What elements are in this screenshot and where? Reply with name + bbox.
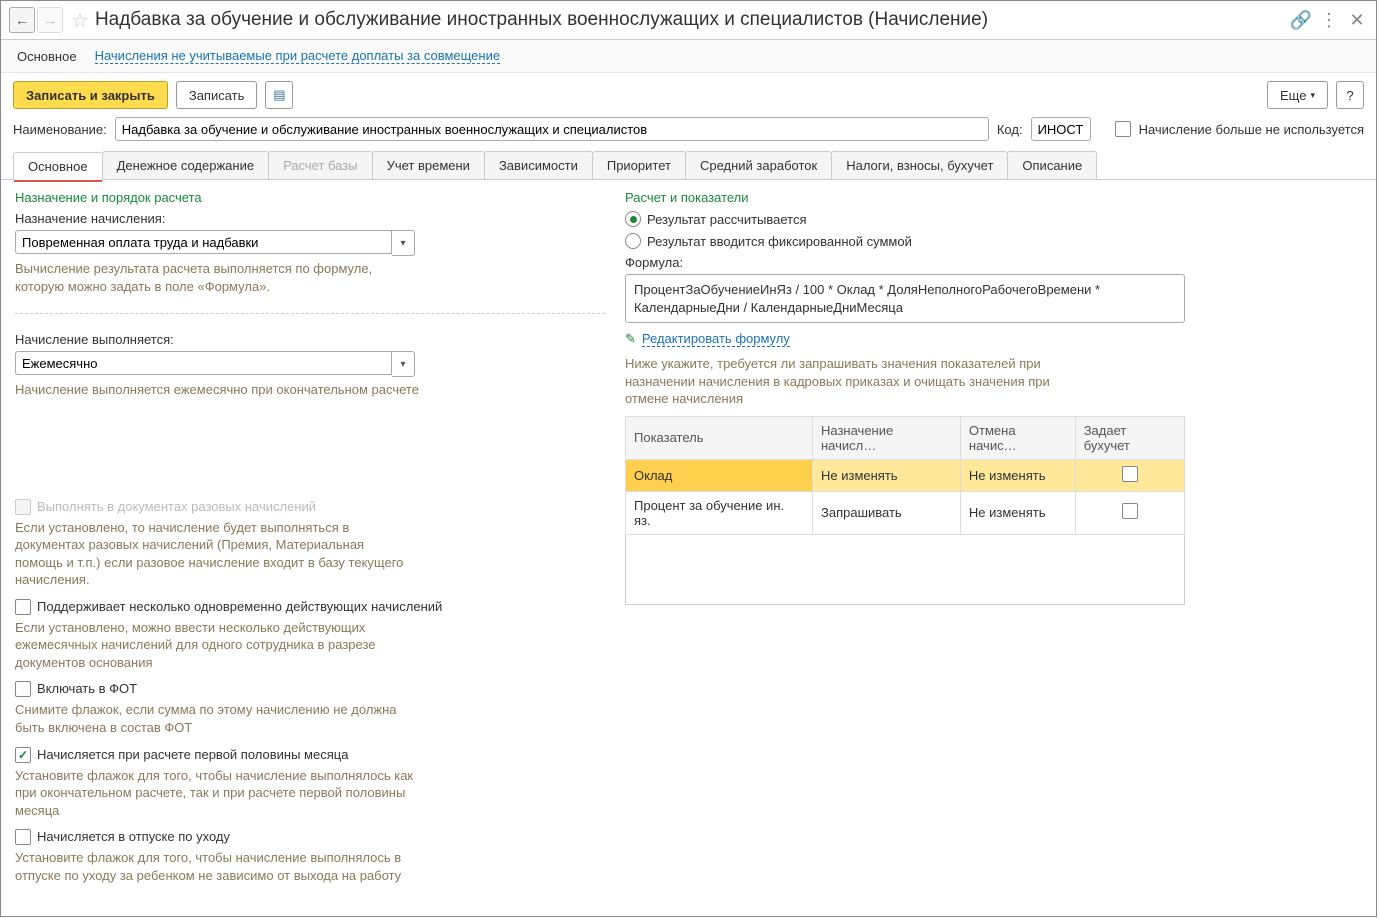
- th-assign: Назначение начисл…: [813, 416, 961, 459]
- purpose-hint: Вычисление результата расчета выполняетс…: [15, 260, 415, 295]
- indicators-table: Показатель Назначение начисл… Отмена нач…: [625, 416, 1185, 535]
- radio-fixed-label: Результат вводится фиксированной суммой: [647, 234, 912, 249]
- halfmonth-label: Начисляется при расчете первой половины …: [37, 747, 348, 762]
- tab-deps[interactable]: Зависимости: [484, 151, 593, 179]
- purpose-label: Назначение начисления:: [15, 211, 605, 226]
- onetime-label: Выполнять в документах разовых начислени…: [37, 499, 316, 514]
- fot-checkbox[interactable]: [15, 681, 31, 697]
- vacation-hint: Установите флажок для того, чтобы начисл…: [15, 849, 415, 884]
- report-button[interactable]: ▤: [265, 81, 293, 109]
- vacation-checkbox[interactable]: [15, 829, 31, 845]
- kebab-icon[interactable]: ⋮: [1318, 9, 1340, 31]
- pencil-icon: ✎: [625, 331, 636, 347]
- formula-label: Формула:: [625, 255, 1362, 270]
- link-icon[interactable]: 🔗: [1290, 9, 1312, 31]
- save-close-button[interactable]: Записать и закрыть: [13, 81, 168, 109]
- purpose-dropdown-icon[interactable]: ▾: [392, 230, 415, 256]
- code-label: Код:: [997, 122, 1023, 137]
- th-indicator: Показатель: [626, 416, 813, 459]
- fot-label: Включать в ФОТ: [37, 681, 137, 696]
- not-used-label: Начисление больше не используется: [1139, 122, 1364, 137]
- table-empty-area: [625, 535, 1185, 605]
- tab-main[interactable]: Основное: [13, 152, 103, 180]
- tab-avg[interactable]: Средний заработок: [685, 151, 832, 179]
- tab-desc[interactable]: Описание: [1007, 151, 1097, 179]
- exec-dropdown-icon[interactable]: ▾: [392, 351, 415, 377]
- name-input[interactable]: [115, 117, 989, 141]
- edit-formula-link[interactable]: Редактировать формулу: [642, 331, 790, 347]
- th-acc: Задает бухучет: [1075, 416, 1184, 459]
- table-row[interactable]: ОкладНе изменятьНе изменять: [626, 459, 1185, 491]
- tab-priority[interactable]: Приоритет: [592, 151, 686, 179]
- right-section-title: Расчет и показатели: [625, 190, 1362, 205]
- table-hint: Ниже укажите, требуется ли запрашивать з…: [625, 355, 1055, 408]
- halfmonth-hint: Установите флажок для того, чтобы начисл…: [15, 767, 415, 820]
- table-row[interactable]: Процент за обучение ин. яз.ЗапрашиватьНе…: [626, 491, 1185, 534]
- multi-hint: Если установлено, можно ввести несколько…: [15, 619, 415, 672]
- th-cancel: Отмена начис…: [960, 416, 1075, 459]
- save-button[interactable]: Записать: [176, 81, 258, 109]
- more-button[interactable]: Еще▾: [1267, 81, 1328, 109]
- tab-money[interactable]: Денежное содержание: [102, 151, 269, 179]
- halfmonth-checkbox[interactable]: [15, 747, 31, 763]
- purpose-select[interactable]: [15, 230, 392, 254]
- page-title: Надбавка за обучение и обслуживание инос…: [95, 9, 988, 31]
- radio-calculated-label: Результат рассчитывается: [647, 212, 807, 227]
- close-icon[interactable]: ✕: [1346, 9, 1368, 31]
- tab-time[interactable]: Учет времени: [372, 151, 485, 179]
- subheader-main[interactable]: Основное: [17, 49, 77, 64]
- onetime-hint: Если установлено, то начисление будет вы…: [15, 519, 415, 589]
- fot-hint: Снимите флажок, если сумма по этому начи…: [15, 701, 415, 736]
- code-input[interactable]: [1031, 117, 1091, 141]
- acc-checkbox[interactable]: [1122, 503, 1138, 519]
- not-used-checkbox[interactable]: [1115, 121, 1131, 137]
- multi-label: Поддерживает несколько одновременно дейс…: [37, 599, 442, 614]
- vacation-label: Начисляется в отпуске по уходу: [37, 829, 230, 844]
- help-button[interactable]: ?: [1336, 81, 1364, 109]
- radio-calculated[interactable]: [625, 211, 641, 227]
- back-button[interactable]: ←: [9, 7, 35, 33]
- multi-checkbox[interactable]: [15, 599, 31, 615]
- name-label: Наименование:: [13, 122, 107, 137]
- onetime-checkbox: [15, 499, 31, 515]
- favorite-icon[interactable]: ☆: [71, 8, 89, 33]
- tab-tax[interactable]: Налоги, взносы, бухучет: [831, 151, 1008, 179]
- exec-hint: Начисление выполняется ежемесячно при ок…: [15, 381, 605, 399]
- formula-box[interactable]: ПроцентЗаОбучениеИнЯз / 100 * Оклад * До…: [625, 274, 1185, 323]
- subheader-link[interactable]: Начисления не учитываемые при расчете до…: [95, 48, 501, 64]
- left-section-title: Назначение и порядок расчета: [15, 190, 605, 205]
- radio-fixed[interactable]: [625, 233, 641, 249]
- exec-select[interactable]: [15, 351, 392, 375]
- tabs: Основное Денежное содержание Расчет базы…: [1, 151, 1376, 180]
- forward-button[interactable]: →: [37, 7, 63, 33]
- tab-base[interactable]: Расчет базы: [268, 151, 373, 179]
- exec-label: Начисление выполняется:: [15, 332, 605, 347]
- acc-checkbox[interactable]: [1122, 466, 1138, 482]
